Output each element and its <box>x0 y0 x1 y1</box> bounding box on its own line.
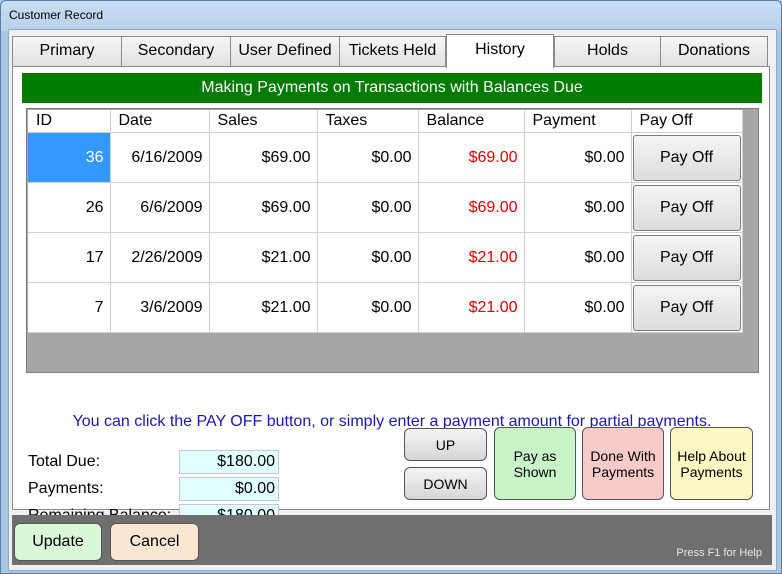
cell-taxes[interactable]: $0.00 <box>317 182 419 233</box>
cell-payment[interactable]: $0.00 <box>524 232 632 283</box>
f1-help-hint: Press F1 for Help <box>676 547 762 559</box>
cell-date[interactable]: 6/6/2009 <box>110 182 210 233</box>
history-panel: Making Payments on Transactions with Bal… <box>12 66 770 528</box>
table-header-row: ID Date Sales Taxes Balance Payment Pay … <box>28 110 743 133</box>
cancel-button[interactable]: Cancel <box>110 523 199 561</box>
total-due-label: Total Due: <box>28 453 101 470</box>
pay-off-button[interactable]: Pay Off <box>632 234 741 281</box>
tab-history[interactable]: History <box>446 34 554 68</box>
tab-strip: Primary Secondary User Defined Tickets H… <box>12 34 772 68</box>
pay-off-button[interactable]: Pay Off <box>632 134 741 181</box>
bottom-bar: Update Cancel Press F1 for Help <box>12 515 772 565</box>
payments-value: $0.00 <box>179 477 279 501</box>
cell-id[interactable]: 36 <box>28 132 111 183</box>
cell-sales[interactable]: $69.00 <box>209 132 318 183</box>
cell-balance[interactable]: $69.00 <box>418 132 525 183</box>
cell-balance[interactable]: $21.00 <box>418 282 525 333</box>
customer-record-window: Customer Record Primary Secondary User D… <box>0 0 782 574</box>
cell-taxes[interactable]: $0.00 <box>317 232 419 283</box>
total-due-row: Total Due: $180.00 <box>28 450 288 474</box>
window-title: Customer Record <box>9 8 104 22</box>
cell-balance[interactable]: $69.00 <box>418 182 525 233</box>
cell-id[interactable]: 26 <box>28 182 111 233</box>
cell-sales[interactable]: $21.00 <box>209 282 318 333</box>
transactions-grid: ID Date Sales Taxes Balance Payment Pay … <box>26 108 759 373</box>
done-with-payments-button[interactable]: Done With Payments <box>582 427 664 500</box>
pay-as-shown-button[interactable]: Pay as Shown <box>494 427 576 500</box>
column-header-balance[interactable]: Balance <box>418 110 525 133</box>
tab-donations[interactable]: Donations <box>660 36 768 66</box>
cell-sales[interactable]: $21.00 <box>209 232 318 283</box>
table-row[interactable]: 17 2/26/2009 $21.00 $0.00 $21.00 $0.00 P… <box>28 232 743 283</box>
cell-date[interactable]: 6/16/2009 <box>110 132 210 183</box>
payments-label: Payments: <box>28 480 104 497</box>
tab-secondary[interactable]: Secondary <box>121 36 231 66</box>
cell-date[interactable]: 2/26/2009 <box>110 232 210 283</box>
transactions-table: ID Date Sales Taxes Balance Payment Pay … <box>28 110 743 333</box>
total-due-value: $180.00 <box>179 450 279 474</box>
column-header-date[interactable]: Date <box>110 110 210 133</box>
tab-tickets-held[interactable]: Tickets Held <box>339 36 446 66</box>
cell-pay-off: Pay Off <box>631 232 743 283</box>
cell-sales[interactable]: $69.00 <box>209 182 318 233</box>
table-row[interactable]: 36 6/16/2009 $69.00 $0.00 $69.00 $0.00 P… <box>28 132 743 183</box>
cell-pay-off: Pay Off <box>631 282 743 333</box>
table-row[interactable]: 7 3/6/2009 $21.00 $0.00 $21.00 $0.00 Pay… <box>28 282 743 333</box>
cell-id[interactable]: 7 <box>28 282 111 333</box>
section-banner: Making Payments on Transactions with Bal… <box>22 73 762 103</box>
cell-payment[interactable]: $0.00 <box>524 132 632 183</box>
cell-payment[interactable]: $0.00 <box>524 182 632 233</box>
cell-balance[interactable]: $21.00 <box>418 232 525 283</box>
tab-user-defined[interactable]: User Defined <box>230 36 340 66</box>
column-header-taxes[interactable]: Taxes <box>317 110 419 133</box>
cell-pay-off: Pay Off <box>631 182 743 233</box>
cell-pay-off: Pay Off <box>631 132 743 183</box>
cell-payment[interactable]: $0.00 <box>524 282 632 333</box>
column-header-sales[interactable]: Sales <box>209 110 318 133</box>
pay-off-button[interactable]: Pay Off <box>632 284 741 331</box>
tab-holds[interactable]: Holds <box>554 36 661 66</box>
down-button[interactable]: DOWN <box>404 467 487 500</box>
tab-primary[interactable]: Primary <box>12 36 122 66</box>
cell-taxes[interactable]: $0.00 <box>317 132 419 183</box>
cell-id[interactable]: 17 <box>28 232 111 283</box>
cell-date[interactable]: 3/6/2009 <box>110 282 210 333</box>
table-row[interactable]: 26 6/6/2009 $69.00 $0.00 $69.00 $0.00 Pa… <box>28 182 743 233</box>
payments-row: Payments: $0.00 <box>28 477 288 501</box>
cell-taxes[interactable]: $0.00 <box>317 282 419 333</box>
column-header-payment[interactable]: Payment <box>524 110 632 133</box>
up-button[interactable]: UP <box>404 428 487 461</box>
update-button[interactable]: Update <box>14 523 102 561</box>
title-bar[interactable]: Customer Record <box>1 1 781 29</box>
column-header-pay-off: Pay Off <box>631 110 743 133</box>
window-client-area: Primary Secondary User Defined Tickets H… <box>8 29 777 571</box>
pay-off-button[interactable]: Pay Off <box>632 184 741 231</box>
column-header-id[interactable]: ID <box>28 110 111 133</box>
help-about-payments-button[interactable]: Help About Payments <box>670 427 753 500</box>
